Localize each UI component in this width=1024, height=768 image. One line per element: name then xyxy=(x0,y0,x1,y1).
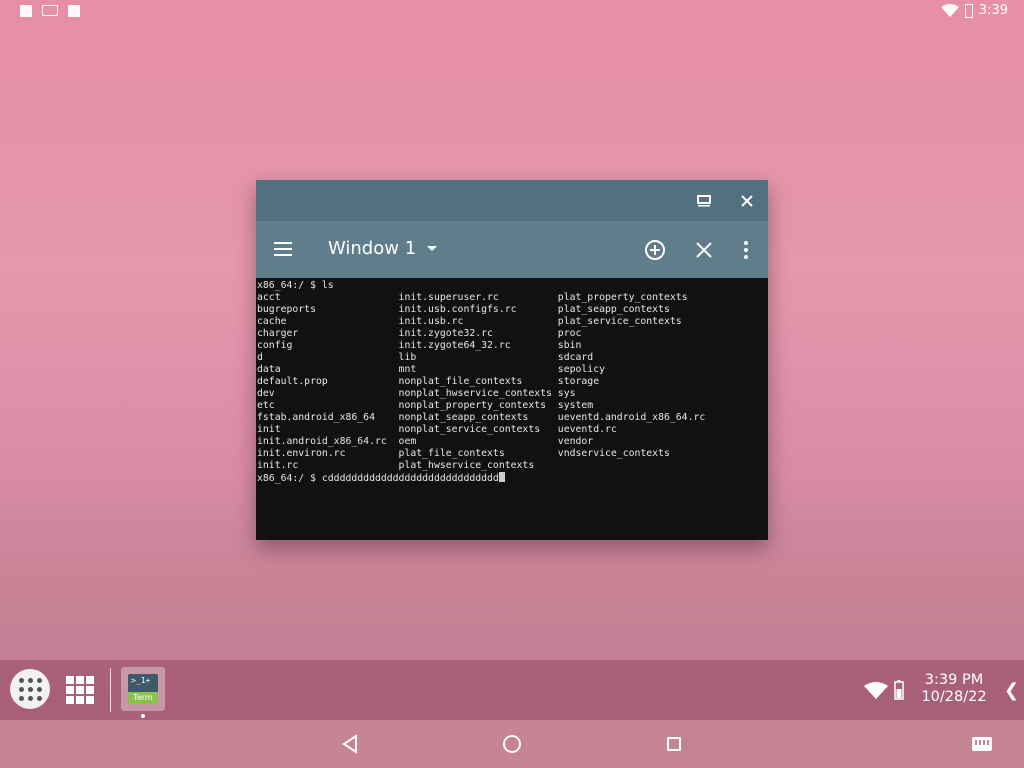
terminal-line: acct init.superuser.rc plat_property_con… xyxy=(257,292,688,303)
terminal-line: fstab.android_x86_64 nonplat_seapp_conte… xyxy=(257,412,706,423)
a-notification-icon xyxy=(20,5,32,17)
battery-icon xyxy=(964,3,973,18)
recents-button[interactable] xyxy=(667,737,681,751)
recent-apps-grid-icon[interactable] xyxy=(66,676,94,704)
battery-icon[interactable] xyxy=(894,680,904,700)
terminal-line: init.android_x86_64.rc oem vendor xyxy=(257,436,594,447)
command-prompt-line: x86_64:/ $ cdddddddddddddddddddddddddddd… xyxy=(257,473,499,484)
dropdown-arrow-icon[interactable] xyxy=(422,238,442,258)
terminal-line: default.prop nonplat_file_contexts stora… xyxy=(257,376,600,387)
close-window-icon[interactable] xyxy=(693,239,715,261)
terminal-line: bugreports init.usb.configfs.rc plat_sea… xyxy=(257,304,670,315)
terminal-line: config init.zygote64_32.rc sbin xyxy=(257,340,582,351)
terminal-text: x86_64:/ $ ls acct init.superuser.rc pla… xyxy=(257,280,705,485)
terminal-window: Window 1 x86_64:/ $ ls acct init.superus… xyxy=(256,180,768,540)
terminal-line: charger init.zygote32.rc proc xyxy=(257,328,582,339)
terminal-line: cache init.usb.rc plat_service_contexts xyxy=(257,316,682,327)
terminal-line: init nonplat_service_contexts ueventd.rc xyxy=(257,424,617,435)
wifi-icon[interactable] xyxy=(864,682,888,700)
terminal-app-icon[interactable]: >_1+ Term xyxy=(121,667,165,711)
terminal-line: d lib sdcard xyxy=(257,352,594,363)
taskbar: >_1+ Term 3:39 PM 10/28/22 ❮ xyxy=(0,660,1024,720)
wifi-icon xyxy=(940,3,959,17)
clock-date: 10/28/22 xyxy=(921,689,987,705)
taskbar-divider xyxy=(110,668,111,712)
window-selector-title[interactable]: Window 1 xyxy=(328,238,416,259)
maximize-button[interactable] xyxy=(693,190,715,212)
terminal-logo: >_1+ Term xyxy=(128,674,158,704)
chevron-left-icon[interactable]: ❮ xyxy=(1004,680,1019,701)
back-icon[interactable] xyxy=(340,733,360,755)
notification-icons xyxy=(20,5,80,17)
overflow-menu-icon[interactable] xyxy=(736,238,756,262)
text-cursor xyxy=(498,472,505,482)
home-button[interactable] xyxy=(503,735,521,753)
terminal-output[interactable]: x86_64:/ $ ls acct init.superuser.rc pla… xyxy=(256,278,768,540)
maximize-icon xyxy=(697,195,711,207)
terminal-toolbar: Window 1 xyxy=(256,221,768,278)
clock-time: 3:39 PM xyxy=(924,672,984,688)
navigation-bar xyxy=(0,720,1024,768)
terminal-line: x86_64:/ $ ls xyxy=(257,280,334,291)
terminal-line: init.rc plat_hwservice_contexts xyxy=(257,460,535,471)
terminal-line: dev nonplat_hwservice_contexts sys xyxy=(257,388,576,399)
menu-button[interactable] xyxy=(272,238,294,260)
window-caption-bar[interactable] xyxy=(256,180,768,221)
new-window-icon[interactable] xyxy=(643,238,667,262)
app-drawer-button[interactable] xyxy=(10,669,50,709)
ls-output: x86_64:/ $ ls acct init.superuser.rc pla… xyxy=(257,280,705,471)
status-time: 3:39 xyxy=(978,3,1008,18)
close-icon xyxy=(741,195,753,207)
terminal-line: data mnt sepolicy xyxy=(257,364,605,375)
window-close-button[interactable] xyxy=(736,190,758,212)
sim-notification-icon xyxy=(68,5,80,17)
status-bar: 3:39 xyxy=(0,0,1024,24)
sd-card-notification-icon xyxy=(42,5,58,16)
clock[interactable]: 3:39 PM 10/28/22 xyxy=(915,672,993,706)
terminal-line: init.environ.rc plat_file_contexts vndse… xyxy=(257,448,670,459)
running-indicator xyxy=(141,714,145,718)
terminal-line: etc nonplat_property_contexts system xyxy=(257,400,594,411)
status-right: 3:39 xyxy=(940,3,1008,18)
keyboard-icon[interactable] xyxy=(972,737,992,751)
